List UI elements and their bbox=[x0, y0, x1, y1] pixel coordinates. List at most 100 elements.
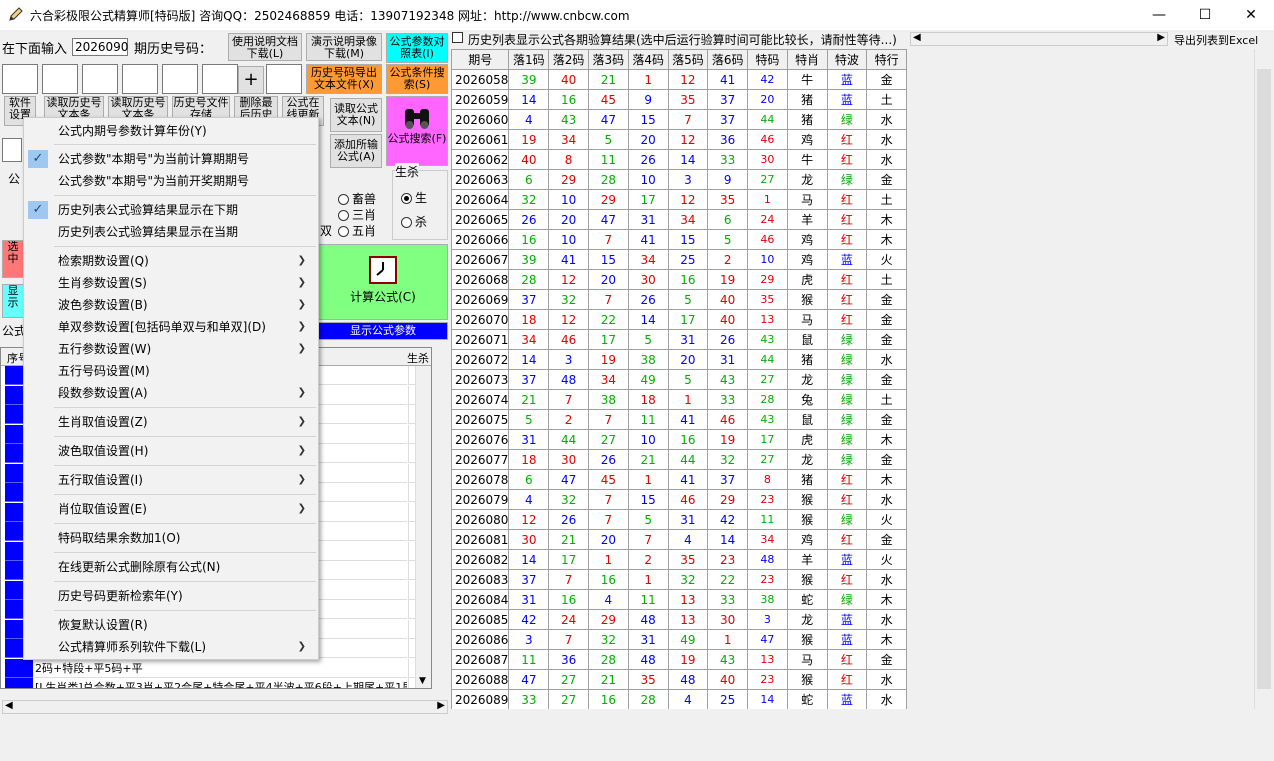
radio-kill[interactable]: 杀 bbox=[401, 213, 427, 230]
radio-wuxiao[interactable]: 五肖 bbox=[338, 222, 376, 239]
verify-checkbox[interactable] bbox=[452, 32, 463, 43]
radio-gen[interactable]: 生 bbox=[401, 189, 427, 206]
num-input-3[interactable] bbox=[82, 64, 118, 94]
menu-item[interactable]: 特码取结果余数加1(O) bbox=[24, 527, 318, 549]
bottom-h-scroll[interactable]: ◀ ▶ bbox=[2, 700, 448, 714]
radio-sanxiao[interactable]: 三肖 bbox=[338, 206, 376, 223]
table-row[interactable]: 2026059 14 16 45 9 35 37 20 猪蓝土 bbox=[451, 89, 907, 110]
column-header[interactable]: 落2码 bbox=[548, 49, 589, 70]
table-row[interactable]: 2026079 4 32 7 15 46 29 23 猴红水 bbox=[451, 489, 907, 510]
table-row[interactable]: 2026080 12 26 7 5 31 42 11 猴绿火 bbox=[451, 509, 907, 530]
column-header[interactable]: 落6码 bbox=[707, 49, 749, 70]
menu-item[interactable]: 五行号码设置(M) bbox=[24, 360, 318, 382]
column-header[interactable]: 特码 bbox=[747, 49, 788, 70]
menu-item[interactable]: 公式精算师系列软件下载(L) ❯ bbox=[24, 636, 318, 658]
main-v-scrollbar[interactable] bbox=[1254, 49, 1272, 709]
table-row[interactable]: 2026067 39 41 15 34 25 2 10 鸡蓝火 bbox=[451, 249, 907, 270]
table-row[interactable]: 2026083 37 7 16 1 32 22 23 猴红水 bbox=[451, 569, 907, 590]
table-row[interactable]: 2026087 11 36 28 48 19 43 13 马红金 bbox=[451, 649, 907, 670]
menu-item[interactable]: 波色参数设置(B) ❯ bbox=[24, 294, 318, 316]
num-input-7[interactable] bbox=[266, 64, 302, 94]
menu-item[interactable]: 生肖参数设置(S) ❯ bbox=[24, 272, 318, 294]
table-row[interactable]: 2026072 14 3 19 38 20 31 44 猪绿水 bbox=[451, 349, 907, 370]
scroll-left-icon[interactable]: ◀ bbox=[913, 32, 921, 43]
table-row[interactable]: 2026076 31 44 27 10 16 19 17 虎绿木 bbox=[451, 429, 907, 450]
table-row[interactable]: 2026058 39 40 21 1 12 41 42 牛蓝金 bbox=[451, 69, 907, 90]
table-row[interactable]: 2026060 4 43 47 15 7 37 44 猪绿水 bbox=[451, 109, 907, 130]
num-input-5[interactable] bbox=[162, 64, 198, 94]
column-header[interactable]: 落1码 bbox=[508, 49, 550, 70]
table-row[interactable]: 2026074 21 7 38 18 1 33 28 兔绿土 bbox=[451, 389, 907, 410]
table-row[interactable]: 2026085 42 24 29 48 13 30 3 龙蓝水 bbox=[451, 609, 907, 630]
read-formula-button[interactable]: 读取公式文本(N) bbox=[330, 98, 382, 132]
column-header[interactable]: 落3码 bbox=[587, 49, 629, 70]
table-row[interactable]: 2026062 40 8 11 26 14 33 30 牛红水 bbox=[451, 149, 907, 170]
table-row[interactable]: 2026061 19 34 5 20 12 36 46 鸡红水 bbox=[451, 129, 907, 150]
show-type-button[interactable]: 显示 bbox=[2, 284, 24, 318]
table-row[interactable]: 2026069 37 32 7 26 5 40 35 猴红金 bbox=[451, 289, 907, 310]
scroll-left-icon[interactable]: ◀ bbox=[5, 700, 13, 711]
table-row[interactable]: 2026088 47 27 21 35 48 40 23 猴红水 bbox=[451, 669, 907, 690]
select-button[interactable]: 选中 bbox=[2, 240, 24, 278]
export-excel-link[interactable]: 导出列表到Excel bbox=[1174, 32, 1258, 48]
table-row[interactable]: 2026077 18 30 26 21 44 32 27 龙绿金 bbox=[451, 449, 907, 470]
formula-search-button[interactable]: 公式搜索(F) bbox=[386, 96, 448, 166]
menu-item[interactable]: 段数参数设置(A) ❯ bbox=[24, 382, 318, 404]
column-header[interactable]: 特行 bbox=[866, 49, 907, 70]
menu-item[interactable]: 恢复默认设置(R) bbox=[24, 614, 318, 636]
close-button[interactable]: ✕ bbox=[1228, 0, 1274, 30]
table-row[interactable]: 2026086 3 7 32 31 49 1 47 猴蓝木 bbox=[451, 629, 907, 650]
table-row[interactable]: 2026070 18 12 22 14 17 40 13 马红金 bbox=[451, 309, 907, 330]
menu-item[interactable]: 五行取值设置(I) ❯ bbox=[24, 469, 318, 491]
doc-download-button[interactable]: 使用说明文档下载(L) bbox=[228, 33, 302, 61]
param-compare-button[interactable]: 公式参数对照表(I) bbox=[386, 33, 448, 63]
show-param-button[interactable]: 显示公式参数 bbox=[318, 322, 448, 340]
menu-item[interactable]: 历史列表公式验算结果显示在当期 bbox=[24, 221, 318, 243]
menu-item[interactable]: 生肖取值设置(Z) ❯ bbox=[24, 411, 318, 433]
column-header[interactable]: 落5码 bbox=[667, 49, 709, 70]
column-header[interactable]: 落4码 bbox=[627, 49, 669, 70]
table-row[interactable]: 2026089 33 27 16 28 4 25 14 蛇蓝水 bbox=[451, 689, 907, 709]
scroll-right-icon[interactable]: ▶ bbox=[437, 700, 445, 711]
table-row[interactable]: 2026082 14 17 1 2 35 23 48 羊蓝火 bbox=[451, 549, 907, 570]
scroll-down-icon[interactable]: ▼ bbox=[419, 676, 426, 686]
num-input-6[interactable] bbox=[202, 64, 238, 94]
menu-item[interactable]: 公式参数"本期号"为当前开奖期期号 bbox=[24, 170, 318, 192]
menu-item[interactable]: ✓ 历史列表公式验算结果显示在下期 bbox=[24, 199, 318, 221]
menu-item[interactable]: 公式内期号参数计算年份(Y) bbox=[24, 120, 318, 142]
table-row[interactable]: 2026078 6 47 45 1 41 37 8 猪红木 bbox=[451, 469, 907, 490]
menu-item[interactable]: 单双参数设置[包括码单双与和单双](D) ❯ bbox=[24, 316, 318, 338]
menu-item[interactable]: 肖位取值设置(E) ❯ bbox=[24, 498, 318, 520]
radio-chushou[interactable]: 畜兽 bbox=[338, 190, 376, 207]
num-input-4[interactable] bbox=[122, 64, 158, 94]
plus-button[interactable]: + bbox=[238, 66, 264, 94]
num-input-2[interactable] bbox=[42, 64, 78, 94]
menu-item[interactable]: 历史号码更新检索年(Y) bbox=[24, 585, 318, 607]
table-row[interactable]: 2026081 30 21 20 7 4 14 34 鸡红金 bbox=[451, 529, 907, 550]
list-item[interactable]: [L生肖类]总合数+平3肖+平2合尾+特合尾+平4半波+平6段+上期尾+平1尾+… bbox=[35, 678, 407, 688]
table-row[interactable]: 2026064 32 10 29 17 12 35 1 马红土 bbox=[451, 189, 907, 210]
table-row[interactable]: 2026065 26 20 47 31 34 6 24 羊红木 bbox=[451, 209, 907, 230]
list-item[interactable]: 2码+特段+平5码+平 bbox=[35, 659, 407, 678]
column-header[interactable]: 特肖 bbox=[786, 49, 828, 70]
calc-formula-button[interactable]: 计算公式(C) bbox=[318, 244, 448, 320]
table-row[interactable]: 2026084 31 16 4 11 13 33 38 蛇绿木 bbox=[451, 589, 907, 610]
add-formula-button[interactable]: 添加所输公式(A) bbox=[330, 134, 382, 168]
num-input-1[interactable] bbox=[2, 64, 38, 94]
maximize-button[interactable]: ☐ bbox=[1182, 0, 1228, 30]
column-header[interactable]: 特波 bbox=[826, 49, 868, 70]
menu-item[interactable]: 检索期数设置(Q) ❯ bbox=[24, 250, 318, 272]
side-input[interactable] bbox=[2, 138, 22, 162]
scroll-right-icon[interactable]: ▶ bbox=[1157, 32, 1165, 43]
table-row[interactable]: 2026063 6 29 28 10 3 9 27 龙绿金 bbox=[451, 169, 907, 190]
export-history-button[interactable]: 历史号码导出文本文件(X) bbox=[306, 64, 382, 94]
h-scroll-top[interactable]: ◀ ▶ bbox=[910, 32, 1168, 46]
table-row[interactable]: 2026073 37 48 34 49 5 43 27 龙绿金 bbox=[451, 369, 907, 390]
table-row[interactable]: 2026066 16 10 7 41 15 5 46 鸡红木 bbox=[451, 229, 907, 250]
menu-item[interactable]: 波色取值设置(H) ❯ bbox=[24, 440, 318, 462]
menu-item[interactable]: 在线更新公式删除原有公式(N) bbox=[24, 556, 318, 578]
condition-search-button[interactable]: 公式条件搜索(S) bbox=[386, 64, 448, 94]
period-input[interactable]: 2026090 bbox=[72, 38, 128, 56]
table-row[interactable]: 2026071 34 46 17 5 31 26 43 鼠绿金 bbox=[451, 329, 907, 350]
list-v-scrollbar[interactable]: ▼ bbox=[415, 366, 431, 688]
